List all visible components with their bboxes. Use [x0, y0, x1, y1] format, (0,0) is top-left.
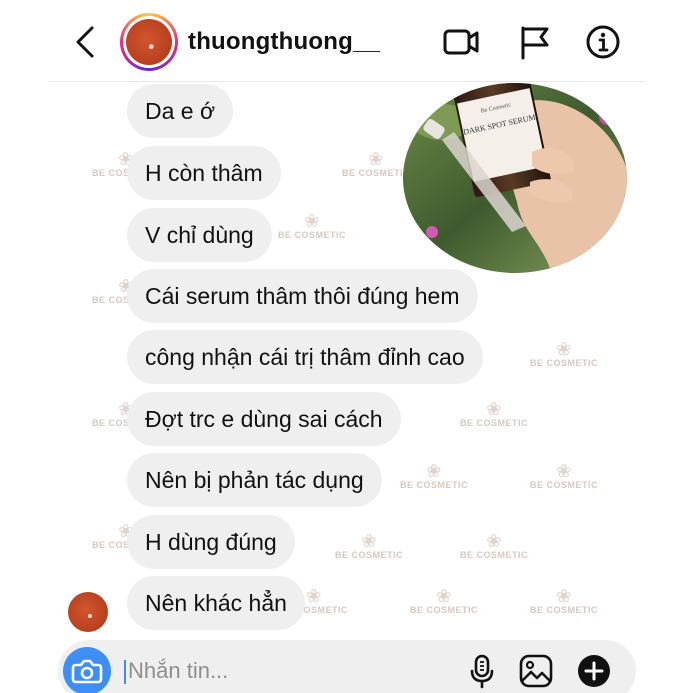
watermark: BE COSMETIC [278, 212, 346, 240]
text-caret [124, 660, 126, 684]
image-icon [519, 654, 553, 688]
message-bubble[interactable]: Cái serum thâm thôi đúng hem [127, 269, 478, 323]
gallery-button[interactable] [518, 653, 554, 689]
watermark: BE COSMETIC [342, 150, 410, 178]
plus-circle-icon [578, 655, 610, 687]
message-bubble[interactable]: công nhận cái trị thâm đỉnh cao [127, 330, 483, 384]
watermark: BE COSMETIC [400, 462, 468, 490]
camera-icon [71, 659, 103, 684]
username-label[interactable]: thuongthuong__ [188, 28, 380, 56]
watermark: BE COSMETIC [460, 400, 528, 428]
message-composer [58, 640, 636, 693]
watermark: BE COSMETIC [530, 340, 598, 368]
message-bubble[interactable]: Đợt trc e dùng sai cách [127, 392, 401, 446]
message-input[interactable] [128, 654, 408, 688]
chevron-left-icon [76, 26, 94, 58]
message-bubble[interactable]: Nên bị phản tác dụng [127, 453, 382, 507]
more-options-button[interactable] [576, 653, 612, 689]
chat-header: thuongthuong__ [0, 0, 693, 82]
watermark: BE COSMETIC [410, 587, 478, 615]
video-camera-icon [443, 29, 479, 55]
video-call-button[interactable] [442, 24, 480, 60]
message-bubble[interactable]: Nên khác hẳn [127, 576, 305, 630]
flag-icon [521, 26, 549, 60]
info-icon [586, 25, 620, 59]
watermark: BE COSMETIC [530, 462, 598, 490]
serum-photo-image: Be Cosmetic DARK SPOT SERUM [403, 83, 627, 273]
camera-button[interactable] [63, 647, 111, 693]
product-photo[interactable]: Be Cosmetic DARK SPOT SERUM [402, 82, 628, 274]
sender-avatar[interactable] [68, 592, 108, 632]
back-button[interactable] [70, 24, 104, 60]
voice-message-button[interactable] [464, 653, 500, 689]
message-bubble[interactable]: H còn thâm [127, 146, 281, 200]
watermark: BE COSMETIC [460, 532, 528, 560]
report-button[interactable] [516, 24, 554, 60]
profile-avatar[interactable] [120, 13, 178, 71]
message-bubble[interactable]: V chỉ dùng [127, 208, 272, 262]
microphone-icon [470, 654, 494, 689]
avatar-image [126, 19, 172, 65]
info-button[interactable] [584, 24, 622, 60]
watermark: BE COSMETIC [335, 532, 403, 560]
message-bubble[interactable]: H dùng đúng [127, 515, 295, 569]
message-bubble[interactable]: Da e ớ [127, 84, 234, 138]
watermark: BE COSMETIC [530, 587, 598, 615]
